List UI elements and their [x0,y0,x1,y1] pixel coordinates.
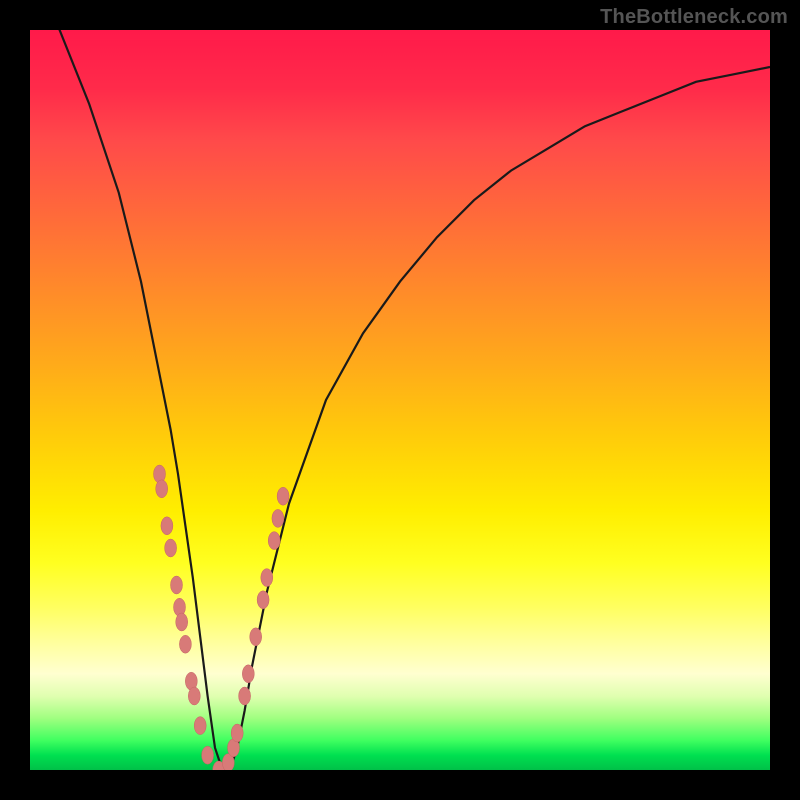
curve-marker [171,576,183,594]
curve-marker [277,487,289,505]
bottleneck-curve [30,30,770,770]
curve-marker [161,517,173,535]
curve-markers [154,465,290,770]
curve-marker [250,628,262,646]
chart-svg [30,30,770,770]
watermark-text: TheBottleneck.com [600,6,788,29]
curve-marker [231,724,243,742]
curve-marker [272,509,284,527]
curve-marker [179,635,191,653]
curve-marker [176,613,188,631]
curve-marker [202,746,214,764]
curve-marker [156,480,168,498]
curve-marker [261,569,273,587]
curve-marker [257,591,269,609]
curve-marker [239,687,251,705]
plot-area [30,30,770,770]
curve-marker [165,539,177,557]
curve-marker [194,717,206,735]
curve-marker [188,687,200,705]
curve-marker [268,532,280,550]
chart-frame: TheBottleneck.com [0,0,800,800]
curve-marker [242,665,254,683]
